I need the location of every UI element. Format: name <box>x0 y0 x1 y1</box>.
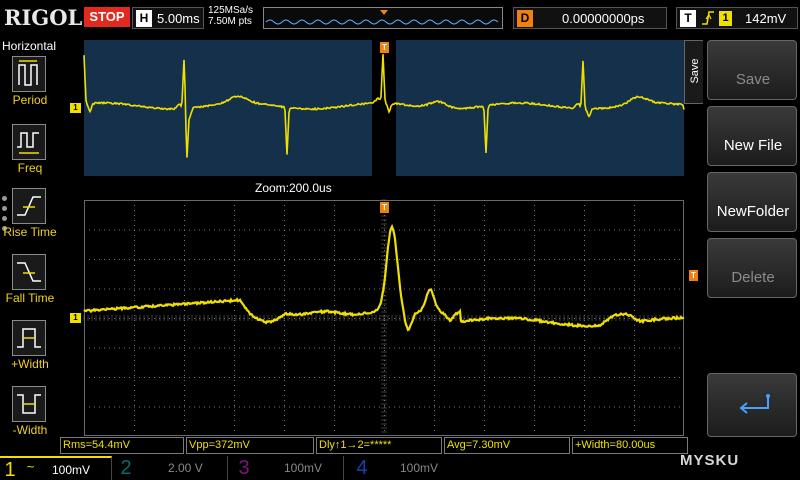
measurement-vpp[interactable]: Vpp=372mV <box>186 437 314 454</box>
negative-width-icon <box>12 386 46 422</box>
zoom-window-region[interactable] <box>372 40 396 176</box>
watermark: MYSKU <box>680 452 739 469</box>
delay-letter: D <box>517 10 533 27</box>
timebase-display[interactable]: H 5.00ms <box>132 7 204 29</box>
trigger-level-marker[interactable]: T <box>689 270 698 281</box>
save-menu-tab[interactable]: Save <box>684 40 703 104</box>
new-folder-button[interactable]: NewFolder <box>707 172 797 232</box>
zoom-scale-label: Zoom:200.0us <box>255 181 332 195</box>
return-button[interactable] <box>707 373 797 437</box>
brand-logo: RIGOL <box>4 5 82 30</box>
new-file-button[interactable]: New File <box>707 106 797 166</box>
measurement-positive-width[interactable]: +Width=80.00us <box>572 437 688 454</box>
new-folder-button-label: NewFolder <box>708 203 798 220</box>
measure-negative-width[interactable]: -Width <box>0 386 60 450</box>
timebase-letter: H <box>136 10 152 27</box>
channel1-number: 1 <box>0 458 20 480</box>
new-file-button-label: New File <box>708 137 798 154</box>
measurement-avg[interactable]: Avg=7.30mV <box>444 437 570 454</box>
timebase-value: 5.00ms <box>157 11 200 26</box>
memory-trigger-pointer <box>380 10 388 15</box>
measure-fall-time-label: Fall Time <box>0 291 60 305</box>
run-state-badge[interactable]: STOP <box>84 7 130 27</box>
delete-button-label: Delete <box>708 269 798 286</box>
delete-button[interactable]: Delete <box>707 238 797 298</box>
rising-edge-icon <box>701 10 715 30</box>
trigger-display[interactable]: T 1 142mV <box>676 7 798 29</box>
fall-time-icon <box>12 254 46 290</box>
rise-time-icon <box>12 188 46 224</box>
measure-fall-time[interactable]: Fall Time <box>0 254 60 318</box>
save-menu-tab-label: Save <box>689 51 701 91</box>
memory-depth: 7.50M pts <box>208 16 253 27</box>
trigger-level: 142mV <box>745 11 786 26</box>
memory-overview-waveform <box>264 8 504 30</box>
channel3-scale: 100mV <box>284 461 322 475</box>
measurement-delay[interactable]: Dly↑1→2=***** <box>316 437 442 454</box>
status-bar: RIGOL STOP H 5.00ms 125MSa/s 7.50M pts D… <box>0 0 800 36</box>
measure-period[interactable]: Period <box>0 56 60 120</box>
measure-rise-time[interactable]: Rise Time <box>0 188 60 252</box>
period-icon <box>12 56 46 92</box>
measure-positive-width[interactable]: +Width <box>0 320 60 384</box>
return-arrow-icon <box>734 392 774 424</box>
delay-display[interactable]: D 0.00000000ps <box>513 7 667 29</box>
main-trigger-position-marker[interactable]: T <box>380 202 389 213</box>
freq-icon <box>12 124 46 160</box>
measurement-rms[interactable]: Rms=54.4mV <box>60 437 184 454</box>
save-menu: Save New File NewFolder Delete <box>703 38 800 450</box>
main-channel1-marker[interactable]: 1 <box>70 313 81 323</box>
horizontal-measure-panel: Horizontal Period Freq Rise Time Fall Ti… <box>0 36 60 456</box>
channel4-scale: 100mV <box>400 461 438 475</box>
channel1-tab[interactable]: 1 ~ 100mV <box>0 456 112 480</box>
sample-rate: 125MSa/s <box>208 5 253 16</box>
trigger-letter: T <box>680 10 696 27</box>
channel2-tab[interactable]: 2 2.00 V <box>112 456 228 480</box>
save-button-label: Save <box>708 71 798 88</box>
channel4-tab[interactable]: 4 100mV <box>344 456 464 480</box>
main-waveform-area[interactable] <box>84 200 684 436</box>
measurement-bar: Rms=54.4mV Vpp=372mV Dly↑1→2=***** Avg=7… <box>60 437 688 454</box>
channel3-number: 3 <box>234 456 254 480</box>
measure-positive-width-label: +Width <box>0 357 60 371</box>
trigger-channel-badge: 1 <box>719 11 732 26</box>
measure-period-label: Period <box>0 93 60 107</box>
save-button[interactable]: Save <box>707 40 797 100</box>
channel2-number: 2 <box>116 456 136 480</box>
measure-freq-label: Freq <box>0 161 60 175</box>
measure-negative-width-label: -Width <box>0 423 60 437</box>
panel-title: Horizontal <box>2 39 56 53</box>
channel1-coupling-icon: ~ <box>26 460 35 473</box>
channel4-number: 4 <box>352 456 372 480</box>
delay-value: 0.00000000ps <box>562 11 644 26</box>
memory-overview[interactable] <box>263 7 503 29</box>
channel2-scale: 2.00 V <box>168 461 203 475</box>
measure-rise-time-label: Rise Time <box>0 225 60 239</box>
acquisition-info: 125MSa/s 7.50M pts <box>208 5 253 27</box>
channel3-tab[interactable]: 3 100mV <box>228 456 344 480</box>
channel1-scale: 100mV <box>52 463 90 477</box>
measure-freq[interactable]: Freq <box>0 124 60 188</box>
zoom-trigger-position-marker[interactable]: T <box>380 42 389 53</box>
zoom-channel1-marker[interactable]: 1 <box>70 103 81 113</box>
positive-width-icon <box>12 320 46 356</box>
